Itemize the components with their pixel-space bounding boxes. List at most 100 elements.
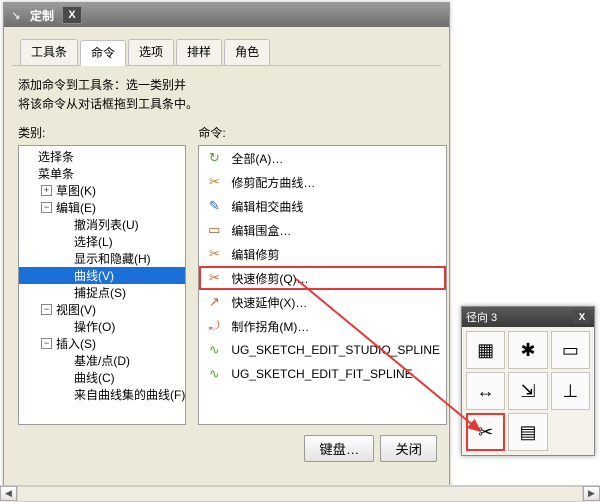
sheet-icon[interactable]: ▤ — [508, 413, 547, 451]
tree-item[interactable]: −插入(S) — [19, 335, 185, 352]
tree-item[interactable]: 基准/点(D) — [19, 352, 185, 369]
tree-item-label: 插入(S) — [56, 335, 96, 352]
tree-item-label: 曲线(C) — [74, 369, 115, 386]
tree-item-label: 基准/点(D) — [74, 352, 130, 369]
command-item[interactable]: ↗ 快速延伸(X)… — [199, 290, 446, 314]
scroll-right-icon[interactable]: ▶ — [583, 486, 600, 501]
palette-grid: ▦✱▭ ↔⇲⊥ ✂▤ — [462, 327, 594, 455]
close-icon[interactable]: X — [62, 6, 82, 24]
constraint-icon[interactable]: ✱ — [508, 331, 547, 369]
tree-item-label: 撤消列表(U) — [74, 216, 139, 233]
collapse-icon[interactable]: − — [41, 304, 52, 315]
collapse-icon[interactable]: − — [41, 338, 52, 349]
outer-scrollbar[interactable]: ◀ ▶ — [0, 485, 600, 502]
tree-item-label: 显示和隐藏(H) — [74, 250, 151, 267]
palette-titlebar: 径向 3 X — [462, 307, 594, 327]
tree-item[interactable]: 选择条 — [19, 148, 185, 165]
scroll-track[interactable] — [17, 486, 583, 502]
titlebar: ↘ 定制 X X — [4, 3, 449, 27]
command-icon: ✂ — [205, 269, 223, 287]
command-label: UG_SKETCH_EDIT_STUDIO_SPLINE — [231, 343, 440, 357]
command-item[interactable]: ✂ 修剪配方曲线… — [199, 170, 446, 194]
command-label: 快速延伸(X)… — [231, 294, 307, 311]
scroll-left-icon[interactable]: ◀ — [0, 486, 17, 501]
command-icon: ✂ — [205, 173, 223, 191]
tree-item[interactable]: 选择(L) — [19, 233, 185, 250]
tree-item[interactable]: 操作(O) — [19, 318, 185, 335]
help-text: 添加命令到工具条：选一类别并 将该命令从对话框拖到工具条中。 — [18, 76, 435, 114]
command-label: 编辑围盒… — [231, 222, 291, 239]
expand-icon[interactable]: + — [41, 185, 52, 196]
command-icon: ⤾ — [205, 317, 223, 335]
tree-item[interactable]: 捕捉点(S) — [19, 284, 185, 301]
tree-item[interactable]: 曲线(V) — [19, 267, 185, 284]
command-icon: ✂ — [205, 245, 223, 263]
tree-item-label: 操作(O) — [74, 318, 115, 335]
tree-item[interactable]: −编辑(E) — [19, 199, 185, 216]
pin-icon[interactable]: ↘ — [6, 6, 26, 24]
command-item[interactable]: ↻ 全部(A)… — [199, 146, 446, 170]
tree-item[interactable]: 菜单条 — [19, 165, 185, 182]
tree-item-label: 选择(L) — [74, 233, 113, 250]
category-column: 类别: 选择条菜单条+草图(K)−编辑(E)撤消列表(U)选择(L)显示和隐藏(… — [18, 124, 186, 425]
tree-item[interactable]: 撤消列表(U) — [19, 216, 185, 233]
tree-item-label: 草图(K) — [56, 182, 96, 199]
tree-item[interactable]: 曲线(C) — [19, 369, 185, 386]
command-item[interactable]: ∿ UG_SKETCH_EDIT_STUDIO_SPLINE — [199, 338, 446, 362]
rectangle-icon[interactable]: ▭ — [551, 331, 590, 369]
tab-2[interactable]: 选项 — [128, 39, 174, 65]
corner-icon[interactable]: ⇲ — [508, 372, 547, 410]
command-label: UG_SKETCH_EDIT_FIT_SPLINE — [231, 367, 412, 381]
commands-label: 命令: — [198, 124, 447, 141]
commands-listbox[interactable]: ↻ 全部(A)… ✂ 修剪配方曲线… ✎编辑相交曲线 ▭ 编辑围盒… ✂ 编辑修剪 ✂ 快速修剪(Q… — [198, 145, 447, 425]
tree-item[interactable]: −视图(V) — [19, 301, 185, 318]
command-label: 修剪配方曲线… — [231, 174, 315, 191]
customize-dialog: ↘ 定制 X X 工具条命令选项排样角色 添加命令到工具条：选一类别并 将该命令… — [3, 2, 450, 494]
columns: 类别: 选择条菜单条+草图(K)−编辑(E)撤消列表(U)选择(L)显示和隐藏(… — [18, 124, 435, 425]
command-icon: ∿ — [205, 341, 223, 359]
command-label: 快速修剪(Q)… — [231, 270, 308, 287]
trim-icon[interactable]: ✂ — [466, 413, 505, 451]
command-icon: ▭ — [205, 221, 223, 239]
radial-palette: 径向 3 X ▦✱▭ ↔⇲⊥ ✂▤ — [461, 306, 595, 456]
command-icon: ↻ — [205, 149, 223, 167]
tree-item-label: 视图(V) — [56, 301, 96, 318]
dialog-body: 添加命令到工具条：选一类别并 将该命令从对话框拖到工具条中。 类别: 选择条菜单… — [4, 66, 449, 425]
dimension-icon[interactable]: ↔ — [466, 372, 505, 410]
help-line-1: 添加命令到工具条：选一类别并 — [18, 76, 435, 95]
tab-3[interactable]: 排样 — [176, 39, 222, 65]
window-title: 定制 — [30, 7, 54, 24]
command-label: 全部(A)… — [231, 150, 283, 167]
command-item[interactable]: ✂ 快速修剪(Q)… — [199, 266, 446, 290]
tab-4[interactable]: 角色 — [224, 39, 270, 65]
palette-cell — [551, 413, 590, 451]
command-label: 编辑修剪 — [231, 246, 279, 263]
category-label: 类别: — [18, 124, 186, 141]
palette-title: 径向 3 — [466, 309, 497, 325]
help-line-2: 将该命令从对话框拖到工具条中。 — [18, 95, 435, 114]
command-label: 制作拐角(M)… — [231, 318, 309, 335]
command-item[interactable]: ▭ 编辑围盒… — [199, 218, 446, 242]
command-icon: ↗ — [205, 293, 223, 311]
collapse-icon[interactable]: − — [41, 202, 52, 213]
command-item[interactable]: ✂ 编辑修剪 — [199, 242, 446, 266]
tab-1[interactable]: 命令 — [80, 40, 126, 66]
tree-item[interactable]: 来自曲线集的曲线(F) — [19, 386, 185, 403]
perpendicular-icon[interactable]: ⊥ — [551, 372, 590, 410]
tab-0[interactable]: 工具条 — [20, 39, 78, 65]
tabs: 工具条命令选项排样角色 — [12, 33, 441, 66]
palette-close-icon[interactable]: X — [574, 310, 590, 324]
command-item[interactable]: ⤾ 制作拐角(M)… — [199, 314, 446, 338]
command-item[interactable]: ✎编辑相交曲线 — [199, 194, 446, 218]
footer: 键盘… 关闭 — [4, 425, 449, 472]
keyboard-button[interactable]: 键盘… — [304, 435, 374, 462]
tree-item-label: 选择条 — [38, 148, 74, 165]
close-button[interactable]: 关闭 — [380, 435, 437, 462]
grid-icon[interactable]: ▦ — [466, 331, 505, 369]
tree-item-label: 捕捉点(S) — [74, 284, 126, 301]
command-item[interactable]: ∿UG_SKETCH_EDIT_FIT_SPLINE — [199, 362, 446, 386]
tree-item[interactable]: + 草图(K) — [19, 182, 185, 199]
tree-item-label: 编辑(E) — [56, 199, 96, 216]
category-listbox[interactable]: 选择条菜单条+草图(K)−编辑(E)撤消列表(U)选择(L)显示和隐藏(H)曲线… — [18, 145, 186, 425]
tree-item[interactable]: 显示和隐藏(H) — [19, 250, 185, 267]
